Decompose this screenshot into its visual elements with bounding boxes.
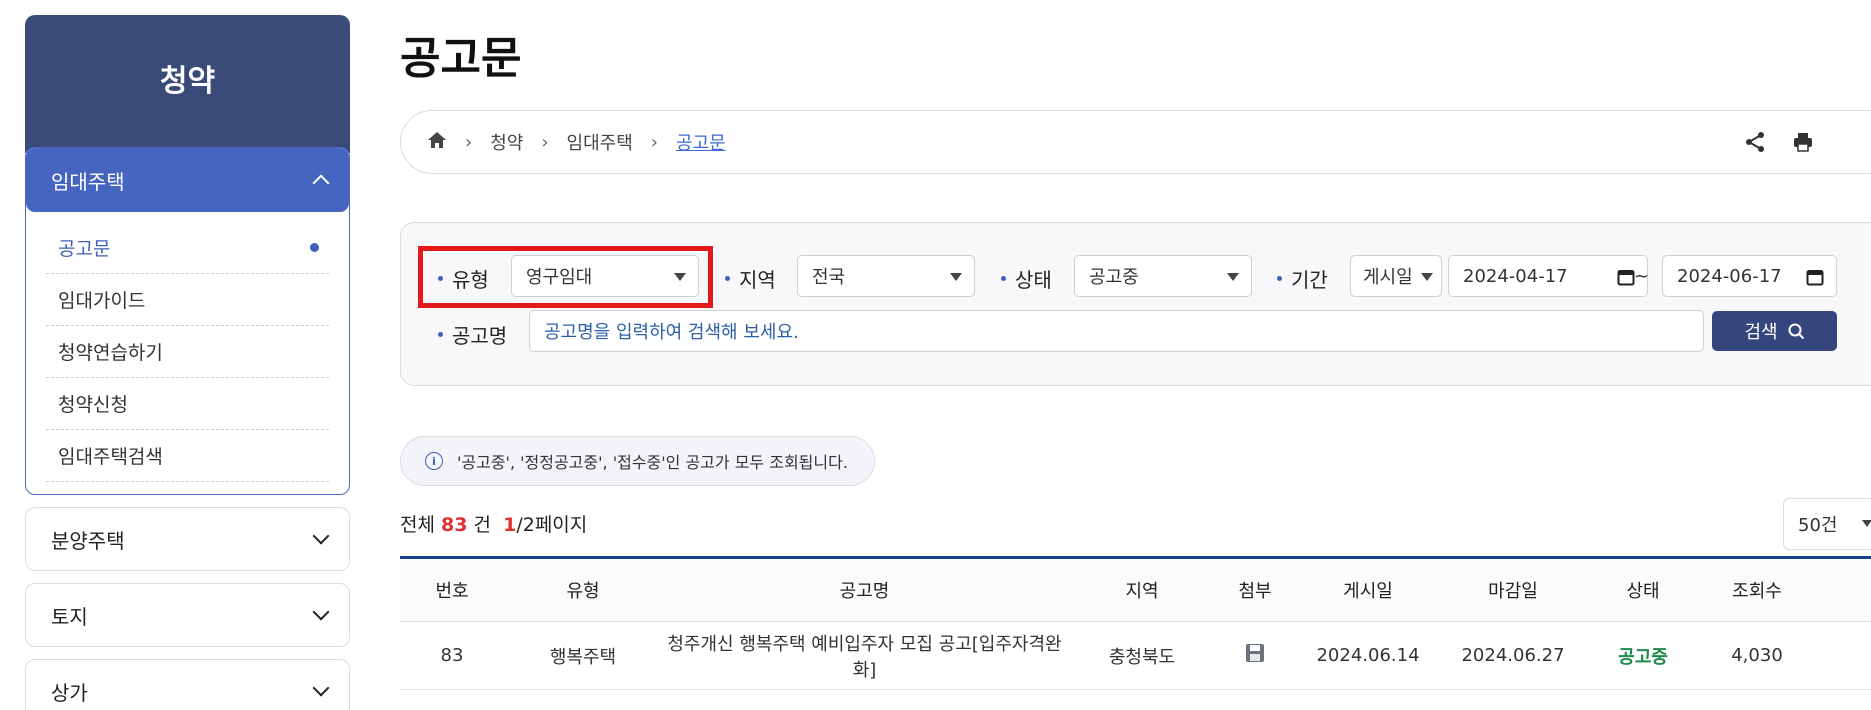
info-text: '공고중', '정정공고중', '접수중'인 공고가 모두 조회됩니다. bbox=[457, 453, 848, 472]
caret-down-icon bbox=[950, 273, 962, 281]
column-header: 공고명 bbox=[839, 581, 890, 602]
sidebar-title: 청약 bbox=[25, 15, 350, 153]
search-button[interactable]: 검색 bbox=[1712, 311, 1837, 351]
column-header: 번호 bbox=[435, 581, 469, 602]
column-header: 게시일 bbox=[1343, 581, 1393, 602]
sidebar-item-label: 공고문 bbox=[58, 238, 111, 260]
table-row[interactable]: 83 행복주택 청주개신 행복주택 예비입주자 모집 공고[입주자격완화] 충청… bbox=[400, 622, 1871, 690]
row-title-link[interactable]: 청주개신 행복주택 예비입주자 모집 공고[입주자격완화] bbox=[662, 630, 1067, 682]
row-views: 4,030 bbox=[1731, 645, 1783, 666]
page-title: 공고문 bbox=[400, 33, 522, 84]
sidebar-item-label: 청약연습하기 bbox=[58, 342, 163, 364]
caret-down-icon bbox=[1227, 273, 1239, 281]
sidebar-group-rental: 임대주택 공고문 임대가이드 청약연습하기 청약신청 임대주택검색 bbox=[25, 147, 350, 495]
row-status: 공고중 bbox=[1618, 646, 1668, 668]
caret-down-icon bbox=[1862, 520, 1871, 527]
row-region: 충청북도 bbox=[1108, 646, 1176, 668]
notice-name-input[interactable]: 공고명을 입력하여 검색해 보세요. bbox=[529, 310, 1704, 352]
sidebar-group-label: 분양주택 bbox=[51, 528, 125, 553]
calendar-icon[interactable] bbox=[1617, 268, 1635, 291]
sidebar: 청약 임대주택 공고문 임대가이드 청약연습하기 청약신청 임대주택검색 분양주… bbox=[25, 15, 350, 710]
sidebar-item-guide[interactable]: 임대가이드 bbox=[46, 274, 329, 326]
per-page-select[interactable]: 50건 bbox=[1783, 498, 1871, 550]
result-summary: 전체 83 건 1/2페이지 bbox=[400, 514, 588, 536]
region-select[interactable]: 전국 bbox=[797, 255, 975, 297]
share-icon[interactable] bbox=[1744, 131, 1766, 158]
row-type: 행복주택 bbox=[549, 646, 617, 668]
home-icon[interactable] bbox=[427, 131, 447, 154]
sidebar-group-label: 토지 bbox=[51, 604, 88, 629]
active-dot-icon bbox=[310, 243, 319, 252]
info-icon: i bbox=[425, 452, 443, 470]
caret-down-icon bbox=[1421, 273, 1433, 281]
breadcrumb-item[interactable]: 청약 bbox=[490, 129, 523, 155]
row-posted-date: 2024.06.14 bbox=[1316, 645, 1420, 666]
column-header: 유형 bbox=[566, 581, 600, 602]
breadcrumb-current[interactable]: 공고문 bbox=[676, 129, 726, 155]
print-icon[interactable] bbox=[1792, 131, 1814, 158]
sidebar-group-label: 상가 bbox=[51, 680, 88, 705]
info-notice: i '공고중', '정정공고중', '접수중'인 공고가 모두 조회됩니다. bbox=[400, 436, 875, 486]
chevron-right-icon: › bbox=[650, 131, 658, 153]
notice-name-placeholder: 공고명을 입력하여 검색해 보세요. bbox=[544, 322, 799, 343]
row-attachment[interactable] bbox=[1217, 643, 1293, 668]
bullet-icon bbox=[438, 332, 443, 337]
status-label: 상태 bbox=[1001, 264, 1052, 293]
sidebar-group-rental-toggle[interactable]: 임대주택 bbox=[26, 148, 349, 212]
date-to-input[interactable]: 2024-06-17 bbox=[1662, 255, 1837, 297]
bullet-icon bbox=[1277, 276, 1282, 281]
period-label: 기간 bbox=[1277, 264, 1328, 293]
calendar-icon[interactable] bbox=[1806, 268, 1824, 291]
sidebar-group-land[interactable]: 토지 bbox=[25, 583, 350, 647]
row-deadline-date: 2024.06.27 bbox=[1461, 645, 1565, 666]
attachment-file-icon[interactable] bbox=[1245, 643, 1265, 663]
sidebar-item-label: 임대주택검색 bbox=[58, 446, 163, 468]
sidebar-group-store[interactable]: 상가 bbox=[25, 659, 350, 710]
column-header: 지역 bbox=[1125, 581, 1159, 602]
region-label: 지역 bbox=[725, 264, 776, 293]
result-page-current: 1 bbox=[503, 514, 517, 536]
sidebar-item-search[interactable]: 임대주택검색 bbox=[46, 430, 329, 482]
notice-table: 번호 유형 공고명 지역 첨부 게시일 마감일 상태 조회수 83 행복주택 청… bbox=[400, 556, 1871, 690]
sidebar-submenu: 공고문 임대가이드 청약연습하기 청약신청 임대주택검색 bbox=[26, 212, 349, 494]
sidebar-item-practice[interactable]: 청약연습하기 bbox=[46, 326, 329, 378]
chevron-down-icon bbox=[312, 527, 330, 545]
chevron-up-icon bbox=[312, 174, 330, 192]
chevron-down-icon bbox=[312, 679, 330, 697]
date-from-input[interactable]: 2024-04-17 bbox=[1448, 255, 1648, 297]
bullet-icon bbox=[725, 276, 730, 281]
row-number: 83 bbox=[440, 645, 464, 666]
column-header: 첨부 bbox=[1238, 581, 1272, 602]
chevron-right-icon: › bbox=[465, 131, 473, 153]
column-header: 조회수 bbox=[1732, 581, 1782, 602]
sidebar-group-sale[interactable]: 분양주택 bbox=[25, 507, 350, 571]
chevron-down-icon bbox=[312, 603, 330, 621]
highlight-box bbox=[418, 246, 713, 308]
chevron-right-icon: › bbox=[541, 131, 549, 153]
result-total-count: 83 bbox=[441, 514, 468, 536]
breadcrumb-tools bbox=[1744, 131, 1814, 158]
sidebar-item-label: 임대가이드 bbox=[58, 290, 146, 312]
table-header: 번호 유형 공고명 지역 첨부 게시일 마감일 상태 조회수 bbox=[400, 556, 1871, 622]
name-label: 공고명 bbox=[438, 320, 507, 349]
status-select[interactable]: 공고중 bbox=[1074, 255, 1252, 297]
breadcrumb: › 청약 › 임대주택 › 공고문 bbox=[400, 110, 1871, 174]
search-button-label: 검색 bbox=[1744, 322, 1778, 343]
search-icon bbox=[1788, 323, 1804, 339]
date-range-separator: ~ bbox=[1634, 266, 1650, 287]
column-header: 마감일 bbox=[1488, 581, 1538, 602]
breadcrumb-item[interactable]: 임대주택 bbox=[567, 129, 633, 155]
period-basis-select[interactable]: 게시일 bbox=[1350, 255, 1442, 297]
column-header: 상태 bbox=[1626, 581, 1660, 602]
sidebar-item-label: 청약신청 bbox=[58, 394, 128, 416]
sidebar-group-label: 임대주택 bbox=[51, 169, 125, 194]
sidebar-item-notice[interactable]: 공고문 bbox=[46, 222, 329, 274]
bullet-icon bbox=[1001, 276, 1006, 281]
sidebar-item-apply[interactable]: 청약신청 bbox=[46, 378, 329, 430]
